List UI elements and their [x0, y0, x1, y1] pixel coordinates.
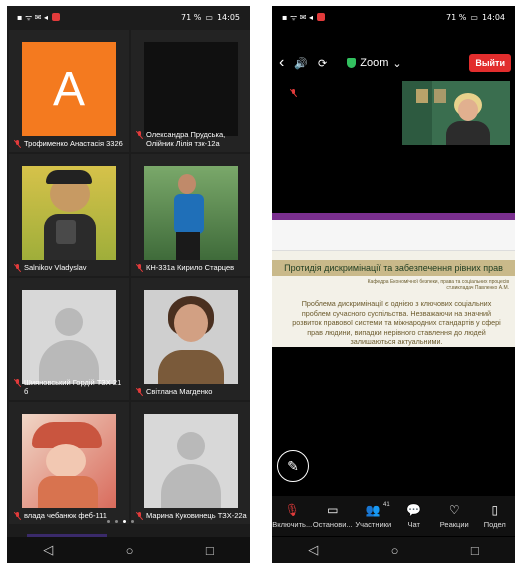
mic-off-icon — [136, 512, 144, 520]
share-icon: ▯ — [491, 503, 499, 517]
participants-icon: 👥 41 — [366, 502, 390, 517]
meeting-toolbar: 🎙 Включить... ▭ Останови... 👥 41 Участники 💬… — [272, 496, 515, 536]
back-nav-icon[interactable]: ◁ — [308, 542, 318, 558]
participant-tile[interactable]: A Трофименко Анастасія 3326 — [9, 30, 129, 152]
pencil-icon: ✎ — [287, 457, 299, 474]
participant-name: Олександра Прудська, Олійник Лілія тзк-1… — [146, 130, 226, 148]
back-icon[interactable]: ‹ — [279, 54, 284, 72]
chat-icon: 💬 — [406, 503, 422, 517]
home-nav-icon[interactable]: ○ — [391, 543, 399, 558]
mic-off-icon — [136, 131, 144, 139]
presentation-ribbon — [272, 213, 515, 251]
toolbar-label: Чат — [407, 520, 420, 529]
toolbar-label: Включить... — [272, 520, 313, 529]
video-off — [144, 42, 238, 136]
toolbar-label: Участники — [355, 520, 392, 529]
mic-off-icon — [136, 264, 144, 272]
shared-screen[interactable]: Протидія дискримінації та забезпечення р… — [272, 213, 515, 347]
signal-icons: ▪ ᯤ ✉ ◂ — [17, 12, 49, 22]
slide-body: Проблема дискримінації є однією з ключов… — [292, 299, 501, 346]
participant-name: КН-331а Кирило Старцев — [146, 263, 235, 272]
chevron-down-icon: ⌄ — [392, 57, 402, 70]
slide-title: Протидія дискримінації та забезпечення р… — [272, 260, 515, 276]
mic-off-icon — [290, 89, 298, 97]
recording-icon — [317, 13, 326, 21]
mic-off-icon — [14, 379, 22, 387]
participant-name: Світлана Магденко — [146, 387, 213, 396]
annotate-button[interactable]: ✎ — [277, 450, 309, 482]
avatar-placeholder — [22, 290, 116, 384]
mic-off-icon — [14, 264, 22, 272]
signal-icons: ▪ ᯤ ✉ ◂ — [282, 12, 314, 22]
leave-button[interactable]: Выйти — [469, 54, 511, 72]
reactions-button[interactable]: ♡ Реакции — [434, 503, 475, 529]
participant-tile[interactable]: влада чебанюк феб-111 — [9, 402, 129, 524]
participant-tile[interactable]: Salnikov Vladyslav — [9, 154, 129, 276]
mic-off-icon — [14, 140, 22, 148]
page-indicator[interactable] — [107, 520, 134, 523]
heart-icon: ♡ — [448, 503, 460, 517]
status-bar: ▪ ᯤ ✉ ◂ 71 % ▭ 14:05 — [7, 6, 250, 28]
participant-tile[interactable]: КН-331а Кирило Старцев — [131, 154, 250, 276]
participant-name: Шияновський Гордій ТЗХ 21 б — [24, 378, 122, 396]
participant-tile[interactable]: Олександра Прудська, Олійник Лілія тзк-1… — [131, 30, 250, 152]
chat-button[interactable]: 💬 Чат — [394, 503, 435, 529]
battery-level: 71 % — [446, 12, 467, 22]
participants-count: 41 — [383, 502, 390, 508]
slide-subtitle: Кафедра Економічної безпеки, права та со… — [367, 279, 509, 291]
gallery-screen: ▪ ᯤ ✉ ◂ 71 % ▭ 14:05 A Трофименко Анастасі… — [7, 6, 250, 563]
battery-icon: ▭ — [470, 12, 478, 22]
meeting-info[interactable]: Zoom ⌄ — [347, 57, 402, 70]
clock: 14:04 — [481, 12, 505, 22]
mic-off-icon: 🎙 — [284, 503, 300, 517]
active-speaker-video[interactable] — [402, 81, 510, 145]
participant-name: Salnikov Vladyslav — [24, 263, 87, 272]
speaker-icon[interactable]: 🔊 — [294, 57, 308, 70]
participant-tile[interactable]: Шияновський Гордій ТЗХ 21 б — [9, 278, 129, 400]
system-nav-bar: ◁ ○ □ — [272, 537, 515, 563]
avatar-placeholder — [144, 414, 238, 508]
stop-video-button[interactable]: ▭ Останови... — [313, 503, 354, 529]
avatar: A — [22, 42, 116, 136]
battery-icon: ▭ — [205, 12, 213, 22]
avatar — [22, 166, 116, 260]
avatar — [144, 290, 238, 384]
battery-level: 71 % — [181, 12, 202, 22]
meeting-screen: ▪ ᯤ ✉ ◂ 71 % ▭ 14:04 ‹ 🔊 ⟳ Zoom ⌄ Выйти Пр… — [272, 6, 515, 563]
participants-button[interactable]: 👥 41 Участники — [353, 502, 394, 529]
participant-name: Трофименко Анастасія 3326 — [24, 139, 123, 148]
toolbar-label: Реакции — [439, 520, 469, 529]
shield-icon — [347, 58, 357, 68]
app-title: Zoom — [360, 57, 389, 69]
unmute-button[interactable]: 🎙 Включить... — [272, 503, 313, 529]
participant-name: влада чебанюк феб-111 — [24, 511, 107, 520]
recents-nav-icon[interactable]: □ — [206, 543, 214, 558]
back-nav-icon[interactable]: ◁ — [43, 542, 53, 558]
share-button[interactable]: ▯ Подел — [475, 503, 515, 529]
system-nav-bar: ◁ ○ □ — [7, 537, 250, 563]
participant-name: Марина Куковинець ТЗХ-22а — [146, 511, 247, 520]
participant-tile[interactable]: Марина Куковинець ТЗХ-22а — [131, 402, 250, 524]
video-icon: ▭ — [327, 503, 339, 517]
toolbar-label: Подел — [483, 520, 506, 529]
avatar — [22, 414, 116, 508]
avatar — [144, 166, 238, 260]
clock: 14:05 — [216, 12, 240, 22]
mic-off-icon — [136, 388, 144, 396]
recents-nav-icon[interactable]: □ — [471, 543, 479, 558]
participant-tile[interactable]: Світлана Магденко — [131, 278, 250, 400]
recording-icon — [52, 13, 61, 21]
switch-camera-icon[interactable]: ⟳ — [318, 57, 327, 70]
status-bar: ▪ ᯤ ✉ ◂ 71 % ▭ 14:04 — [272, 6, 515, 28]
toolbar-label: Останови... — [312, 520, 353, 529]
home-nav-icon[interactable]: ○ — [126, 543, 134, 558]
mic-off-icon — [14, 512, 22, 520]
